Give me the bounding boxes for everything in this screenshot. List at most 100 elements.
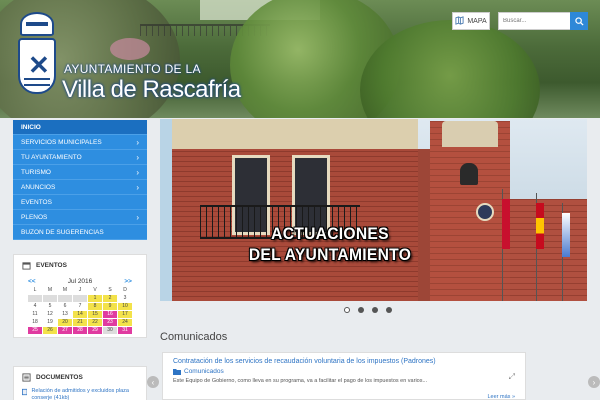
weekday-label: D [123,287,127,293]
calendar-day[interactable]: 14 [73,311,87,318]
calendar-day[interactable]: 16 [103,311,117,318]
nav-item-servicios-municipales[interactable]: SERVICIOS MUNICIPALES › [13,135,147,150]
site-logo[interactable]: ✕ [14,12,60,104]
comunicados-next-button[interactable]: › [588,376,600,388]
search-bar [498,12,588,30]
folder-icon [173,369,181,375]
calendar-day[interactable]: 21 [73,319,87,326]
calendar-day[interactable]: 2 [103,295,117,302]
calendar-day[interactable]: 5 [43,303,57,310]
read-more-link[interactable]: Leer más » [487,394,515,400]
file-icon [22,388,28,396]
nav-item-label: BUZON DE SUGERENCIAS [21,228,104,236]
weekday-label: S [108,287,112,293]
calendar-prev-button[interactable]: << [28,278,36,285]
calendar-day[interactable]: 28 [73,327,87,334]
calendar-day [28,295,42,302]
weekday-label: M [62,287,68,293]
calendar-day[interactable]: 4 [28,303,42,310]
weekday-label: M [47,287,53,293]
calendar-grid: L M M J V S D 1 2 3 4 5 6 7 8 9 10 11 12 13 14 15 16 17 18 19 20 21… [28,287,146,334]
nav-item-buzon-de-sugerencias[interactable]: BUZON DE SUGERENCIAS [13,225,147,240]
nav-item-plenos[interactable]: PLENOS › [13,210,147,225]
calendar-day[interactable]: 17 [118,311,132,318]
crown-icon [20,12,54,36]
weekday-label: L [33,287,37,293]
calendar-day[interactable]: 31 [118,327,132,334]
weekday-label: V [93,287,97,293]
comunicado-headline[interactable]: Contratación de los servicios de recauda… [163,353,525,367]
calendar-day[interactable]: 22 [88,319,102,326]
calendar-day[interactable]: 9 [103,303,117,310]
comunicado-excerpt: Este Equipo de Gobierno, como lleva en s… [173,378,428,384]
weekday-label: J [78,287,82,293]
calendar-day[interactable]: 20 [58,319,72,326]
chevron-right-icon: › [136,212,139,222]
calendar-day [43,295,57,302]
map-button-label: MAPA [467,17,487,25]
calendar-day[interactable]: 25 [28,327,42,334]
hero-slider[interactable]: ACTUACIONES DEL AYUNTAMIENTO [160,119,587,301]
slider-dot[interactable] [372,307,378,313]
search-button[interactable] [570,12,588,30]
comunicados-prev-button[interactable]: ‹ [147,376,159,388]
calendar-day[interactable]: 24 [118,319,132,326]
comunicado-category[interactable]: Comunicados [163,367,525,376]
nav-item-label: EVENTOS [21,198,52,206]
calendar-day[interactable]: 7 [73,303,87,310]
calendar-day[interactable]: 29 [88,327,102,334]
calendar-day[interactable]: 12 [43,311,57,318]
calendar-day[interactable]: 3 [118,295,132,302]
site-name-top[interactable]: AYUNTAMIENTO DE LA [64,62,201,76]
calendar-day[interactable]: 15 [88,311,102,318]
calendar-day[interactable]: 6 [58,303,72,310]
clock-icon [476,203,494,221]
slide-caption: ACTUACIONES DEL AYUNTAMIENTO [248,224,412,265]
nav-item-label: INICIO [21,123,41,131]
calendar-nav: << Jul 2016 >> [14,278,146,285]
documents-icon [22,373,31,382]
nav-item-anuncios[interactable]: ANUNCIOS › [13,180,147,195]
crest-icon: ✕ [18,38,56,94]
nav-item-label: ANUNCIOS [21,183,56,191]
calendar-day[interactable]: 10 [118,303,132,310]
slider-dot[interactable] [386,307,392,313]
nav-item-tu-ayuntamiento[interactable]: TU AYUNTAMIENTO › [13,150,147,165]
nav-item-eventos[interactable]: EVENTOS [13,195,147,210]
document-link[interactable]: Relación de admitidos y excluidos plaza … [14,388,146,400]
chevron-right-icon: › [136,152,139,162]
calendar-day[interactable]: 18 [28,319,42,326]
calendar-day[interactable]: 19 [43,319,57,326]
calendar-day[interactable]: 8 [88,303,102,310]
comunicados-title: Comunicados [160,331,228,343]
slider-dot[interactable] [344,307,350,313]
site-name-bottom[interactable]: Villa de Rascafría [62,76,241,104]
main-nav: INICIO SERVICIOS MUNICIPALES › TU AYUNTAMIE… [13,120,147,240]
chevron-right-icon: › [136,137,139,147]
slider-dot[interactable] [358,307,364,313]
calendar-next-button[interactable]: >> [124,278,132,285]
search-input[interactable] [498,12,570,30]
flag [562,213,570,257]
calendar-day[interactable]: 1 [88,295,102,302]
nav-item-label: TU AYUNTAMIENTO [21,153,82,161]
slider-dots [344,307,392,313]
map-button[interactable]: MAPA [452,12,490,30]
calendar-day[interactable]: 23 [103,319,117,326]
expand-icon[interactable]: ⤢ [509,372,515,382]
nav-item-turismo[interactable]: TURISMO › [13,165,147,180]
comunicado-card: Contratación de los servicios de recauda… [162,352,526,400]
calendar-day[interactable]: 13 [58,311,72,318]
bell-icon [460,163,478,185]
calendar-day[interactable]: 11 [28,311,42,318]
map-icon [455,15,464,27]
calendar-day[interactable]: 30 [103,327,117,334]
events-widget: EVENTOS << Jul 2016 >> LMMJVSD1234567891… [13,254,147,338]
site-header: ✕ AYUNTAMIENTO DE LA Villa de Rascafría … [0,0,600,118]
calendar-day[interactable]: 26 [43,327,57,334]
nav-item-inicio[interactable]: INICIO [13,120,147,135]
calendar-icon [22,262,31,270]
calendar-day[interactable]: 27 [58,327,72,334]
calendar-day [58,295,72,302]
flag [502,199,510,249]
